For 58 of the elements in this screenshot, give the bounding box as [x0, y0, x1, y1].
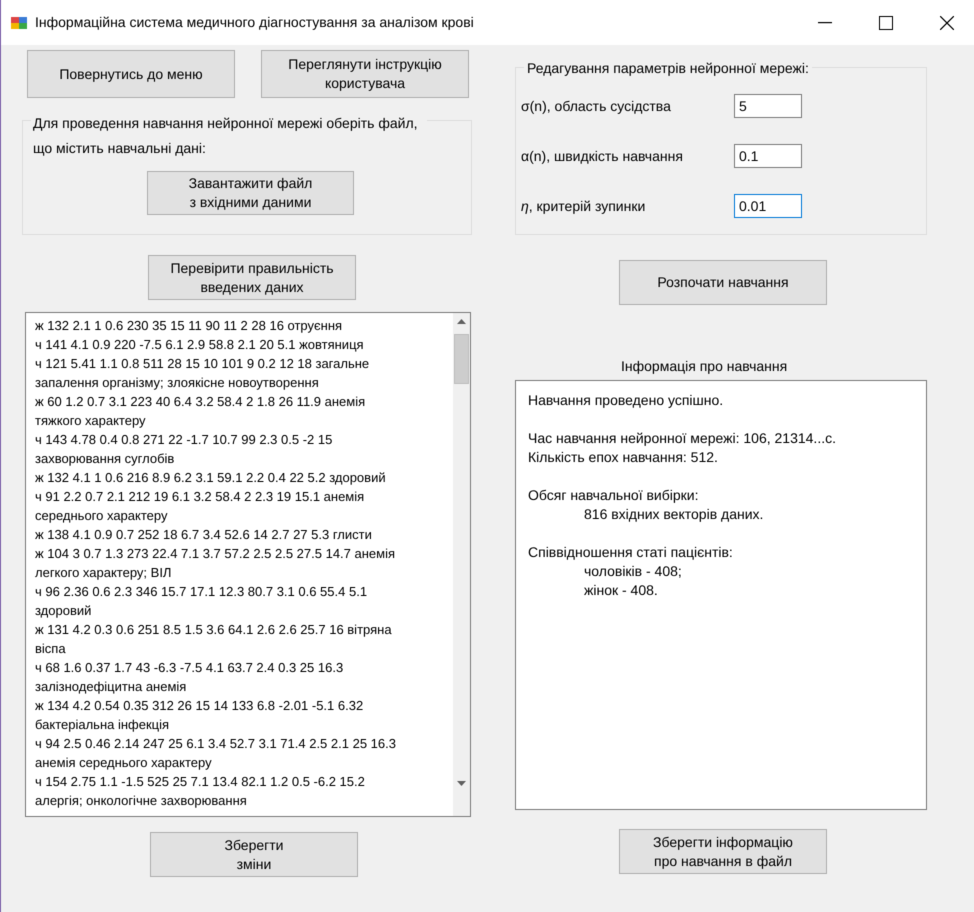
text-line: ж 134 4.2 0.54 0.35 312 26 15 14 133 6.8 -2.01 -5.1 6.32: [35, 697, 364, 715]
text-line: ч 141 4.1 0.9 220 -7.5 6.1 2.9 58.8 2.1 20 5.1 жовтяниця: [35, 336, 365, 354]
info-line: 816 вхідних векторів даних.: [583, 505, 764, 524]
text-line: захворювання суглобів: [35, 450, 176, 468]
info-line: Співвідношення статі пацієнтів:: [528, 543, 734, 562]
text-line: запалення організму; злоякісне новоутворення: [35, 374, 320, 392]
number-field[interactable]: 0.01: [734, 194, 802, 218]
text-line: ч 68 1.6 0.37 1.7 43 -6.3 -7.5 4.1 63.7 2.4 0.3 25 16.3: [35, 659, 344, 677]
number-field[interactable]: 5: [734, 94, 802, 118]
load-file-button[interactable]: Завантажити файл з вхідними даними: [147, 171, 354, 215]
window-title: Інформаційна система медичного діагностування за аналізом крові: [35, 13, 475, 32]
text-line: анемія середнього характеру: [35, 754, 213, 772]
number-field[interactable]: 0.1: [734, 144, 802, 168]
text-line: залізнодефіцитна анемія: [35, 678, 188, 696]
scroll-up-icon[interactable]: [457, 319, 466, 324]
text-line: ч 94 2.5 0.46 2.14 247 25 6.1 3.4 52.7 3.1 71.4 2.5 2.1 25 16.3: [35, 735, 397, 753]
save-info-button[interactable]: Зберегти інформацію про навчання в файл: [619, 829, 827, 874]
info-line: Навчання проведено успішно.: [528, 391, 724, 410]
text-line: ж 131 4.2 0.3 0.6 251 8.5 1.5 3.6 64.1 2.6 2.6 25.7 16 вітряна: [35, 621, 393, 639]
text-line: ч 121 5.41 1.1 0.8 511 28 15 10 101 9 0.2 12 18 загальне: [35, 355, 370, 373]
scroll-thumb[interactable]: [454, 334, 469, 384]
field-label: σ(n), область сусідства: [520, 96, 672, 116]
app-icon: [11, 14, 27, 30]
info-line: Кількість епох навчання: 512.: [528, 448, 719, 467]
text-line: середнього характеру: [35, 507, 168, 525]
text-line: тяжкого характеру: [35, 412, 147, 430]
field-label: η, критерій зупинки: [520, 196, 646, 216]
text-line: ч 96 2.36 0.6 2.3 346 15.7 17.1 12.3 80.7 3.1 0.6 55.4 5.1: [35, 583, 368, 601]
text-line: ч 91 2.2 0.7 2.1 212 19 6.1 3.2 58.4 2 2.3 19 15.1 анемія: [35, 488, 366, 506]
text-line: ж 132 4.1 1 0.6 216 8.9 6.2 3.1 59.1 2.2 0.4 22 5.2 здоровий: [35, 469, 387, 487]
info-line: Обсяг навчальної вибірки:: [528, 486, 700, 505]
info-line: чоловіків - 408;: [583, 562, 683, 581]
instructions-button[interactable]: Переглянути інструкцію користувача: [261, 50, 469, 98]
validate-button[interactable]: Перевірити правильність введених даних: [148, 255, 356, 300]
text-line: ч 154 2.75 1.1 -1.5 525 25 7.1 13.4 82.1 1.2 0.5 -6.2 15.2: [35, 773, 366, 791]
start-training-button[interactable]: Розпочати навчання: [619, 260, 827, 305]
menu-button[interactable]: Повернутись до меню: [27, 50, 235, 98]
section-title: Інформація про навчання: [621, 357, 788, 376]
maximize-icon[interactable]: [879, 16, 893, 30]
text-line: легкого характеру; ВІЛ: [35, 564, 172, 582]
data-text-area[interactable]: [25, 312, 471, 817]
close-icon[interactable]: [940, 16, 954, 30]
info-line: жінок - 408.: [583, 581, 659, 600]
text-line: алергія; онкологічне захворювання: [35, 792, 248, 810]
info-line: Час навчання нейронної мережі: 106, 21314...с.: [528, 429, 837, 448]
scroll-down-icon[interactable]: [457, 781, 466, 786]
text-line: ж 60 1.2 0.7 3.1 223 40 6.4 3.2 58.4 2 1.8 26 11.9 анемія: [35, 393, 366, 411]
text-line: ж 138 4.1 0.9 0.7 252 18 6.7 3.4 52.6 14 2.7 27 5.3 глисти: [35, 526, 373, 544]
scrollbar[interactable]: [453, 313, 470, 816]
field-label: α(n), швидкість навчання: [520, 146, 684, 166]
text-line: бактеріальна інфекція: [35, 716, 170, 734]
text-line: віспа: [35, 640, 67, 658]
text-line: ж 132 2.1 1 0.6 230 35 15 11 90 11 2 28 16 отруєння: [35, 317, 344, 335]
save-changes-button[interactable]: Зберегти зміни: [150, 832, 358, 877]
minimize-icon[interactable]: [818, 22, 832, 24]
text-line: здоровий: [35, 602, 92, 620]
text-line: ч 143 4.78 0.4 0.8 271 22 -1.7 10.7 99 2.3 0.5 -2 15: [35, 431, 334, 449]
text-line: ж 104 3 0.7 1.3 273 22.4 7.1 3.7 57.2 2.5 2.5 27.5 14.7 анемія: [35, 545, 396, 563]
